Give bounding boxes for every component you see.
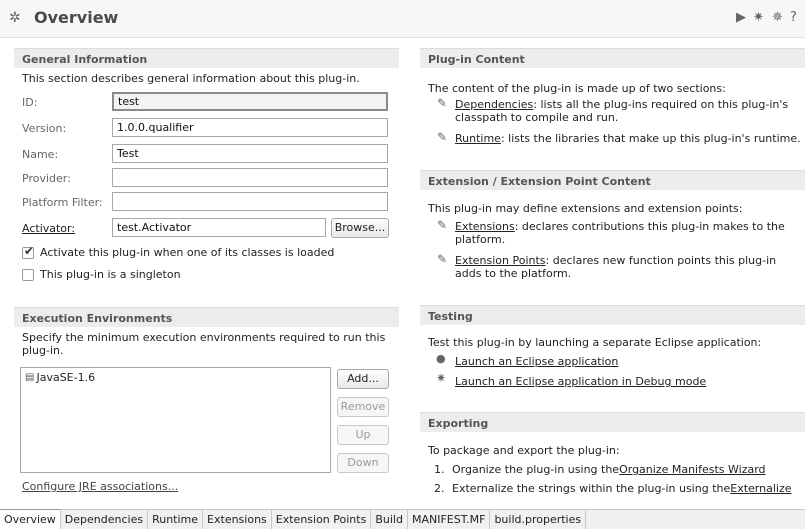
- section-title: Extension / Extension Point Content: [420, 170, 805, 190]
- dependencies-link[interactable]: Dependencies: [455, 98, 533, 111]
- provider-field[interactable]: [112, 168, 388, 187]
- debug-icon[interactable]: ✷: [753, 10, 764, 25]
- id-field[interactable]: [112, 92, 388, 111]
- execution-environments-list[interactable]: ▤ JavaSE-1.6: [20, 367, 331, 473]
- extensions-text-2: platform.: [455, 233, 506, 246]
- execution-environments-section: Execution Environments Specify the minim…: [14, 307, 399, 361]
- manifest-icon: ✎: [437, 218, 448, 232]
- activator-link[interactable]: Activator:: [22, 222, 75, 235]
- exporting-intro: To package and export the plug-in:: [428, 444, 620, 457]
- dependencies-text: : lists all the plug-ins required on thi…: [533, 98, 789, 111]
- export-step-2: 2. Externalize the strings within the pl…: [434, 482, 792, 495]
- section-title: Plug-in Content: [420, 48, 805, 68]
- runtime-item: Runtime: lists the libraries that make u…: [455, 132, 805, 145]
- editor-header: ✲ Overview ▶ ✷ ✵ ?: [0, 0, 805, 38]
- tab-extensions[interactable]: Extensions: [203, 510, 272, 529]
- plugin-icon: ✲: [9, 10, 21, 26]
- activate-checkbox-label: Activate this plug-in when one of its cl…: [40, 246, 335, 259]
- manifest-icon: ✎: [437, 130, 448, 144]
- help-icon[interactable]: ?: [790, 10, 797, 25]
- tab-build-properties[interactable]: build.properties: [490, 510, 587, 529]
- up-button[interactable]: Up: [337, 425, 389, 445]
- activate-checkbox[interactable]: ✔: [22, 244, 35, 259]
- section-title: Execution Environments: [14, 307, 399, 327]
- step-number: 1.: [434, 463, 445, 476]
- version-field[interactable]: [112, 118, 388, 137]
- launch-debug-link[interactable]: Launch an Eclipse application in Debug m…: [455, 375, 706, 388]
- export-step-1: 1. Organize the plug-in using theOrganiz…: [434, 463, 766, 476]
- remove-button[interactable]: Remove: [337, 397, 389, 417]
- extension-content-section: Extension / Extension Point Content: [420, 170, 805, 190]
- runtime-text: : lists the libraries that make up this …: [500, 132, 801, 145]
- provider-label: Provider:: [22, 172, 71, 185]
- extension-points-text: : declares new function points this plug…: [545, 254, 777, 267]
- tab-dependencies[interactable]: Dependencies: [61, 510, 149, 529]
- checkmark-icon: ✔: [24, 244, 35, 258]
- version-label: Version:: [22, 122, 67, 135]
- section-description: This section describes general informati…: [22, 72, 360, 85]
- step-text: Organize the plug-in using the: [452, 463, 620, 476]
- section-title: Testing: [420, 305, 805, 325]
- launch-eclipse-link[interactable]: Launch an Eclipse application: [455, 355, 618, 368]
- plugin-content-section: Plug-in Content: [420, 48, 805, 68]
- extension-points-link[interactable]: Extension Points: [455, 254, 546, 267]
- activator-field[interactable]: [112, 218, 326, 237]
- debug-alt-icon[interactable]: ✵: [772, 10, 783, 25]
- configure-jre-link[interactable]: Configure JRE associations...: [22, 480, 178, 493]
- platform-filter-field[interactable]: [112, 192, 388, 211]
- testing-intro: Test this plug-in by launching a separat…: [428, 336, 762, 349]
- tab-manifest[interactable]: MANIFEST.MF: [408, 510, 491, 529]
- page-title: Overview: [34, 8, 119, 27]
- section-title: General Information: [14, 48, 399, 68]
- section-description: Specify the minimum execution environmen…: [22, 331, 386, 357]
- step-text: Externalize the strings within the plug-…: [452, 482, 731, 495]
- runtime-link[interactable]: Runtime: [455, 132, 501, 145]
- id-label: ID:: [22, 96, 38, 109]
- down-button[interactable]: Down: [337, 453, 389, 473]
- tab-build[interactable]: Build: [371, 510, 408, 529]
- list-item-label: JavaSE-1.6: [36, 371, 96, 384]
- organize-manifests-link[interactable]: Organize Manifests Wizard: [619, 463, 765, 476]
- manifest-icon: ✎: [437, 252, 448, 266]
- editor-tabs: Overview Dependencies Runtime Extensions…: [0, 509, 805, 529]
- platform-filter-label: Platform Filter:: [22, 196, 103, 209]
- extensions-item: Extensions: declares contributions this …: [455, 220, 805, 246]
- tab-overview[interactable]: Overview: [0, 509, 61, 529]
- general-information-section: General Information This section describ…: [14, 48, 399, 89]
- testing-section: Testing: [420, 305, 805, 325]
- tab-extension-points[interactable]: Extension Points: [272, 510, 372, 529]
- run-icon: ●: [436, 352, 446, 365]
- singleton-checkbox-label: This plug-in is a singleton: [40, 268, 181, 281]
- extension-content-intro: This plug-in may define extensions and e…: [428, 202, 743, 215]
- tab-runtime[interactable]: Runtime: [148, 510, 204, 529]
- dependencies-text-2: classpath to compile and run.: [455, 111, 619, 124]
- list-item[interactable]: ▤ JavaSE-1.6: [25, 371, 95, 384]
- name-label: Name:: [22, 148, 59, 161]
- manifest-icon: ✎: [437, 96, 448, 110]
- debug-icon: ✷: [436, 371, 447, 385]
- run-icon[interactable]: ▶: [736, 10, 746, 25]
- singleton-checkbox[interactable]: [22, 269, 34, 281]
- browse-button[interactable]: Browse...: [331, 218, 389, 238]
- name-field[interactable]: [112, 144, 388, 163]
- library-icon: ▤: [25, 372, 35, 383]
- externalize-link[interactable]: Externalize: [730, 482, 791, 495]
- extensions-link[interactable]: Extensions: [455, 220, 515, 233]
- extensions-text: : declares contributions this plug-in ma…: [514, 220, 785, 233]
- extension-points-text-2: adds to the platform.: [455, 267, 572, 280]
- exporting-section: Exporting: [420, 412, 805, 432]
- plugin-content-intro: The content of the plug-in is made up of…: [428, 82, 726, 95]
- section-title: Exporting: [420, 412, 805, 432]
- dependencies-item: Dependencies: lists all the plug-ins req…: [455, 98, 805, 124]
- extension-points-item: Extension Points: declares new function …: [455, 254, 805, 280]
- step-number: 2.: [434, 482, 445, 495]
- add-button[interactable]: Add...: [337, 369, 389, 389]
